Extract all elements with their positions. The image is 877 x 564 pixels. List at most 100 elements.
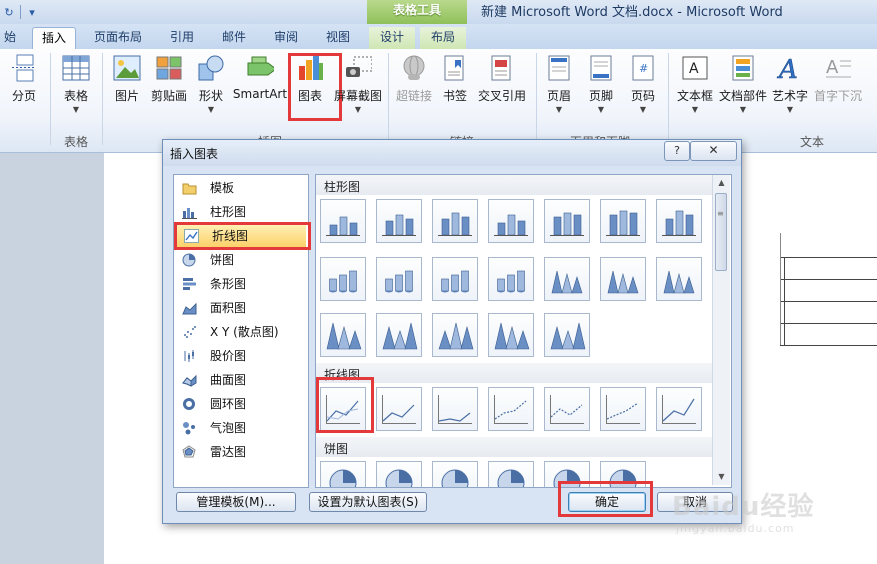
- chart-type-pie[interactable]: 饼图: [174, 249, 308, 271]
- tab-page-layout[interactable]: 页面布局: [88, 27, 148, 49]
- chart-type-column[interactable]: 柱形图: [174, 201, 308, 223]
- header-button[interactable]: 页眉 ▼: [542, 53, 576, 114]
- column-chart-thumb[interactable]: [320, 313, 366, 357]
- column-chart-thumb[interactable]: [376, 199, 422, 243]
- column-chart-thumb[interactable]: [432, 257, 478, 301]
- tab-insert[interactable]: 插入: [32, 27, 76, 50]
- page-number-button[interactable]: # 页码 ▼: [626, 53, 660, 114]
- pie-chart-thumb[interactable]: [488, 461, 534, 487]
- bookmark-button[interactable]: 书签: [438, 53, 472, 104]
- column-chart-thumb[interactable]: [376, 257, 422, 301]
- set-default-chart-button[interactable]: 设置为默认图表(S): [309, 492, 427, 512]
- chart-type-bubble[interactable]: 气泡图: [174, 417, 308, 439]
- chevron-down-icon: ▼: [639, 105, 647, 114]
- table-button[interactable]: 表格 ▼: [56, 53, 96, 114]
- line-chart-thumb[interactable]: [432, 387, 478, 431]
- column-chart-thumb[interactable]: [488, 313, 534, 357]
- column-chart-thumb[interactable]: [376, 313, 422, 357]
- gallery-section-line: 折线图: [316, 363, 712, 383]
- table-border: [780, 233, 781, 345]
- page-break-button[interactable]: 分页: [4, 53, 44, 104]
- picture-button[interactable]: 图片: [108, 53, 146, 104]
- chart-type-surface[interactable]: 曲面图: [174, 369, 308, 391]
- section-title: 饼图: [324, 442, 349, 456]
- scroll-down-icon[interactable]: ▼: [715, 471, 728, 483]
- tab-home[interactable]: 始: [0, 27, 20, 49]
- chevron-down-icon: ▼: [691, 105, 699, 114]
- clipart-button[interactable]: 剪贴画: [148, 53, 190, 104]
- hyperlink-button[interactable]: 超链接: [394, 53, 434, 104]
- quick-parts-button[interactable]: 文档部件 ▼: [718, 53, 768, 114]
- pie-chart-thumb[interactable]: [432, 461, 478, 487]
- column-chart-thumb[interactable]: [488, 257, 534, 301]
- tab-review[interactable]: 审阅: [264, 27, 308, 49]
- header-label: 页眉: [546, 89, 571, 103]
- window-title: 新建 Microsoft Word 文档.docx - Microsoft Wo…: [481, 5, 783, 20]
- line-chart-thumb[interactable]: [656, 387, 702, 431]
- chart-type-scatter[interactable]: X Y (散点图): [174, 321, 308, 343]
- drop-cap-button[interactable]: A 首字下沉: [812, 53, 864, 104]
- quick-parts-label: 文档部件: [718, 89, 767, 103]
- column-chart-thumb[interactable]: [544, 313, 590, 357]
- smartart-button[interactable]: SmartArt: [232, 53, 288, 101]
- column-chart-thumb[interactable]: [600, 257, 646, 301]
- screenshot-icon: [344, 53, 372, 83]
- wordart-button[interactable]: A 艺术字 ▼: [770, 53, 810, 114]
- tab-table-layout[interactable]: 布局: [420, 27, 466, 49]
- column-chart-thumb[interactable]: [320, 257, 366, 301]
- bookmark-label: 书签: [442, 89, 467, 103]
- cross-reference-button[interactable]: 交叉引用: [476, 53, 528, 104]
- page-break-label: 分页: [11, 89, 36, 103]
- screenshot-button[interactable]: 屏幕截图 ▼: [332, 53, 384, 114]
- column-chart-thumb[interactable]: [320, 199, 366, 243]
- pie-chart-thumb[interactable]: [376, 461, 422, 487]
- line-chart-thumb[interactable]: [376, 387, 422, 431]
- column-chart-thumb[interactable]: [600, 199, 646, 243]
- tab-mailings[interactable]: 邮件: [212, 27, 256, 49]
- line-chart-thumb[interactable]: [600, 387, 646, 431]
- column-chart-thumb[interactable]: [656, 199, 702, 243]
- scrollbar-thumb[interactable]: [715, 193, 727, 271]
- tab-view[interactable]: 视图: [316, 27, 360, 49]
- textbox-button[interactable]: A 文本框 ▼: [674, 53, 716, 114]
- column-chart-thumb[interactable]: [432, 199, 478, 243]
- chart-type-bar[interactable]: 条形图: [174, 273, 308, 295]
- chart-type-stock[interactable]: 股价图: [174, 345, 308, 367]
- chart-type-templates[interactable]: 模板: [174, 177, 308, 199]
- column-chart-thumb[interactable]: [432, 313, 478, 357]
- line-chart-thumb[interactable]: [488, 387, 534, 431]
- chart-type-label: 面积图: [210, 301, 247, 315]
- column-chart-thumb[interactable]: [544, 199, 590, 243]
- chart-type-label: 饼图: [210, 253, 235, 267]
- bookmark-icon: [441, 53, 469, 83]
- insert-chart-dialog: 插入图表 ? ✕ 模板 柱形图 折线图 饼图 条形图 面积图 X Y (散点图)…: [162, 139, 742, 524]
- redo-icon[interactable]: ↻: [2, 5, 16, 19]
- footer-button[interactable]: 页脚 ▼: [584, 53, 618, 114]
- area-chart-icon: [182, 302, 197, 315]
- customize-qat-icon[interactable]: ▾: [25, 5, 39, 19]
- manage-templates-button[interactable]: 管理模板(M)...: [176, 492, 296, 512]
- column-chart-thumb[interactable]: [656, 257, 702, 301]
- column-chart-thumb[interactable]: [544, 257, 590, 301]
- chart-type-doughnut[interactable]: 圆环图: [174, 393, 308, 415]
- gallery-scrollbar[interactable]: ▲ ≡ ▼: [712, 175, 730, 485]
- cross-reference-label: 交叉引用: [477, 89, 526, 103]
- chart-type-radar[interactable]: 雷达图: [174, 441, 308, 463]
- tab-table-design[interactable]: 设计: [369, 27, 415, 49]
- help-button[interactable]: ?: [664, 141, 690, 161]
- tab-references[interactable]: 引用: [160, 27, 204, 49]
- svg-text:#: #: [639, 62, 648, 75]
- line-chart-thumb[interactable]: [544, 387, 590, 431]
- dialog-title-bar[interactable]: 插入图表 ? ✕: [163, 140, 741, 166]
- scroll-up-icon[interactable]: ▲: [715, 177, 728, 189]
- globe-link-icon: [400, 53, 428, 83]
- pie-chart-thumb[interactable]: [320, 461, 366, 487]
- column-chart-thumb[interactable]: [488, 199, 534, 243]
- close-button[interactable]: ✕: [690, 141, 737, 161]
- chart-type-label: 模板: [210, 181, 235, 195]
- title-bar: ↻ ▾ 表格工具 新建 Microsoft Word 文档.docx - Mic…: [0, 0, 877, 24]
- chart-type-area[interactable]: 面积图: [174, 297, 308, 319]
- shapes-button[interactable]: 形状 ▼: [194, 53, 228, 114]
- line-type-highlight-box: [174, 222, 311, 250]
- table-label: 表格: [63, 89, 88, 103]
